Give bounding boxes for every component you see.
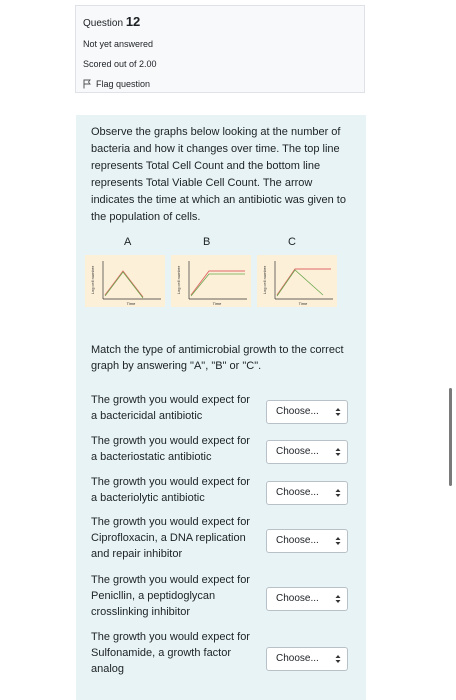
match-label: The growth you would expect for a bacter… (91, 394, 250, 422)
match-label: The growth you would expect for a bacter… (91, 435, 250, 463)
select-value: Choose... (276, 446, 319, 457)
answer-select[interactable]: Choose... (266, 400, 348, 424)
graph-a: Log cell number Time (85, 255, 165, 307)
graph-c-xlabel: Time (299, 301, 309, 306)
question-score: Scored out of 2.00 (83, 59, 157, 69)
graph-b-ylabel: Log cell number (176, 265, 181, 294)
select-value: Choose... (276, 593, 319, 604)
question-label: Question (83, 18, 124, 29)
flag-question-label: Flag question (96, 79, 151, 89)
answer-status: Not yet answered (83, 39, 154, 49)
graph-letters: A B C (76, 236, 366, 250)
select-arrows-icon (335, 441, 341, 463)
answer-select[interactable]: Choose... (266, 647, 348, 671)
graph-a-ylabel: Log cell number (90, 265, 95, 294)
match-prompt: Match the type of antimicrobial growth t… (91, 344, 344, 372)
select-value: Choose... (276, 406, 319, 417)
answer-select[interactable]: Choose... (266, 587, 348, 611)
select-arrows-icon (335, 530, 341, 552)
question-content: Observe the graphs below looking at the … (76, 115, 366, 700)
graph-b: Log cell number Time (171, 255, 251, 307)
answer-select[interactable]: Choose... (266, 481, 348, 505)
select-arrows-icon (335, 401, 341, 423)
graph-letter-a: A (124, 236, 132, 248)
flag-icon (83, 79, 91, 89)
question-text: Observe the graphs below looking at the … (91, 126, 346, 223)
graph-letter-b: B (203, 236, 211, 248)
graph-c: Log cell number Time (257, 255, 337, 307)
match-label: The growth you would expect for Peniclli… (91, 574, 250, 618)
answer-select[interactable]: Choose... (266, 529, 348, 553)
graph-letter-c: C (288, 236, 296, 248)
question-info-panel: Question 12 Not yet answered Scored out … (75, 5, 365, 93)
select-arrows-icon (335, 588, 341, 610)
growth-graphs-figure: Log cell number Time Log cell number Tim… (85, 255, 341, 307)
match-label: The growth you would expect for Sulfonam… (91, 631, 250, 675)
match-label: The growth you would expect for Ciproflo… (91, 516, 250, 560)
graph-b-xlabel: Time (213, 301, 223, 306)
select-value: Choose... (276, 653, 319, 664)
graph-a-xlabel: Time (127, 301, 137, 306)
question-heading: Question 12 (83, 14, 364, 29)
select-arrows-icon (335, 648, 341, 670)
answer-select[interactable]: Choose... (266, 440, 348, 464)
question-number: 12 (125, 14, 141, 29)
match-label: The growth you would expect for a bacter… (91, 476, 250, 504)
select-value: Choose... (276, 535, 319, 546)
flag-question-link[interactable]: Flag question (83, 79, 364, 89)
page-scrollbar[interactable] (449, 388, 452, 486)
graph-c-ylabel: Log cell number (262, 265, 267, 294)
select-arrows-icon (335, 482, 341, 504)
select-value: Choose... (276, 487, 319, 498)
